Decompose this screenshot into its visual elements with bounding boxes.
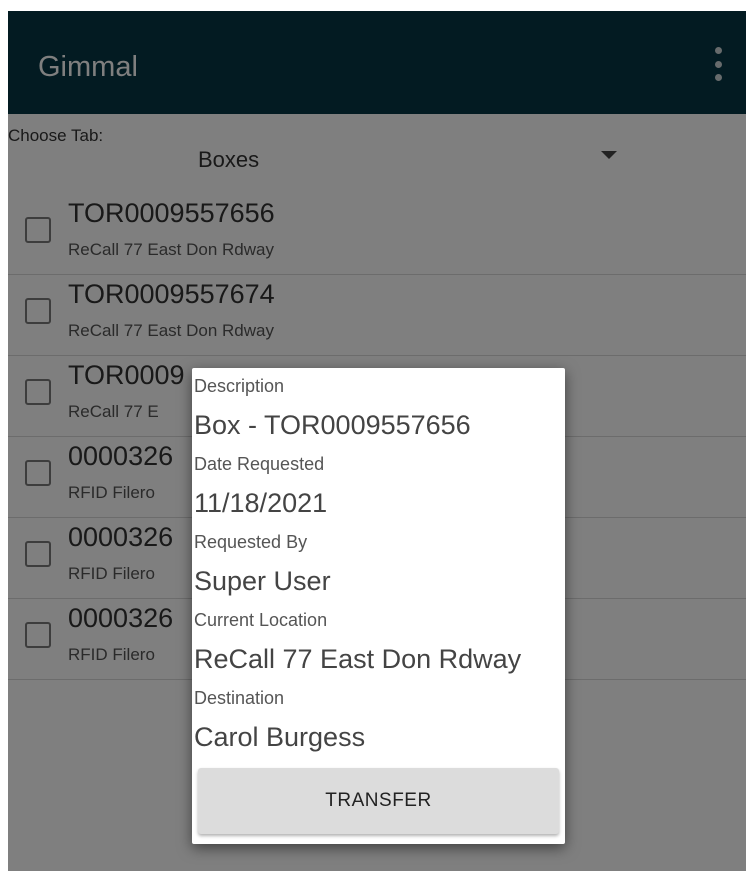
date-requested-value: 11/18/2021	[194, 488, 328, 518]
current-location-label: Current Location	[194, 610, 328, 630]
destination-label: Destination	[194, 688, 285, 708]
transfer-button[interactable]: TRANSFER	[198, 768, 559, 834]
requested-by-label: Requested By	[194, 532, 308, 552]
request-details-dialog: Description Box - TOR0009557656 Date Req…	[192, 368, 565, 844]
requested-by-value: Super User	[194, 566, 331, 596]
current-location-value: ReCall 77 East Don Rdway	[194, 644, 522, 674]
description-value: Box - TOR0009557656	[194, 410, 471, 440]
app-screen: Gimmal Choose Tab: Boxes TOR0009557656 R…	[8, 11, 746, 871]
date-requested-label: Date Requested	[194, 454, 325, 474]
destination-value: Carol Burgess	[194, 722, 366, 752]
description-label: Description	[194, 376, 285, 396]
